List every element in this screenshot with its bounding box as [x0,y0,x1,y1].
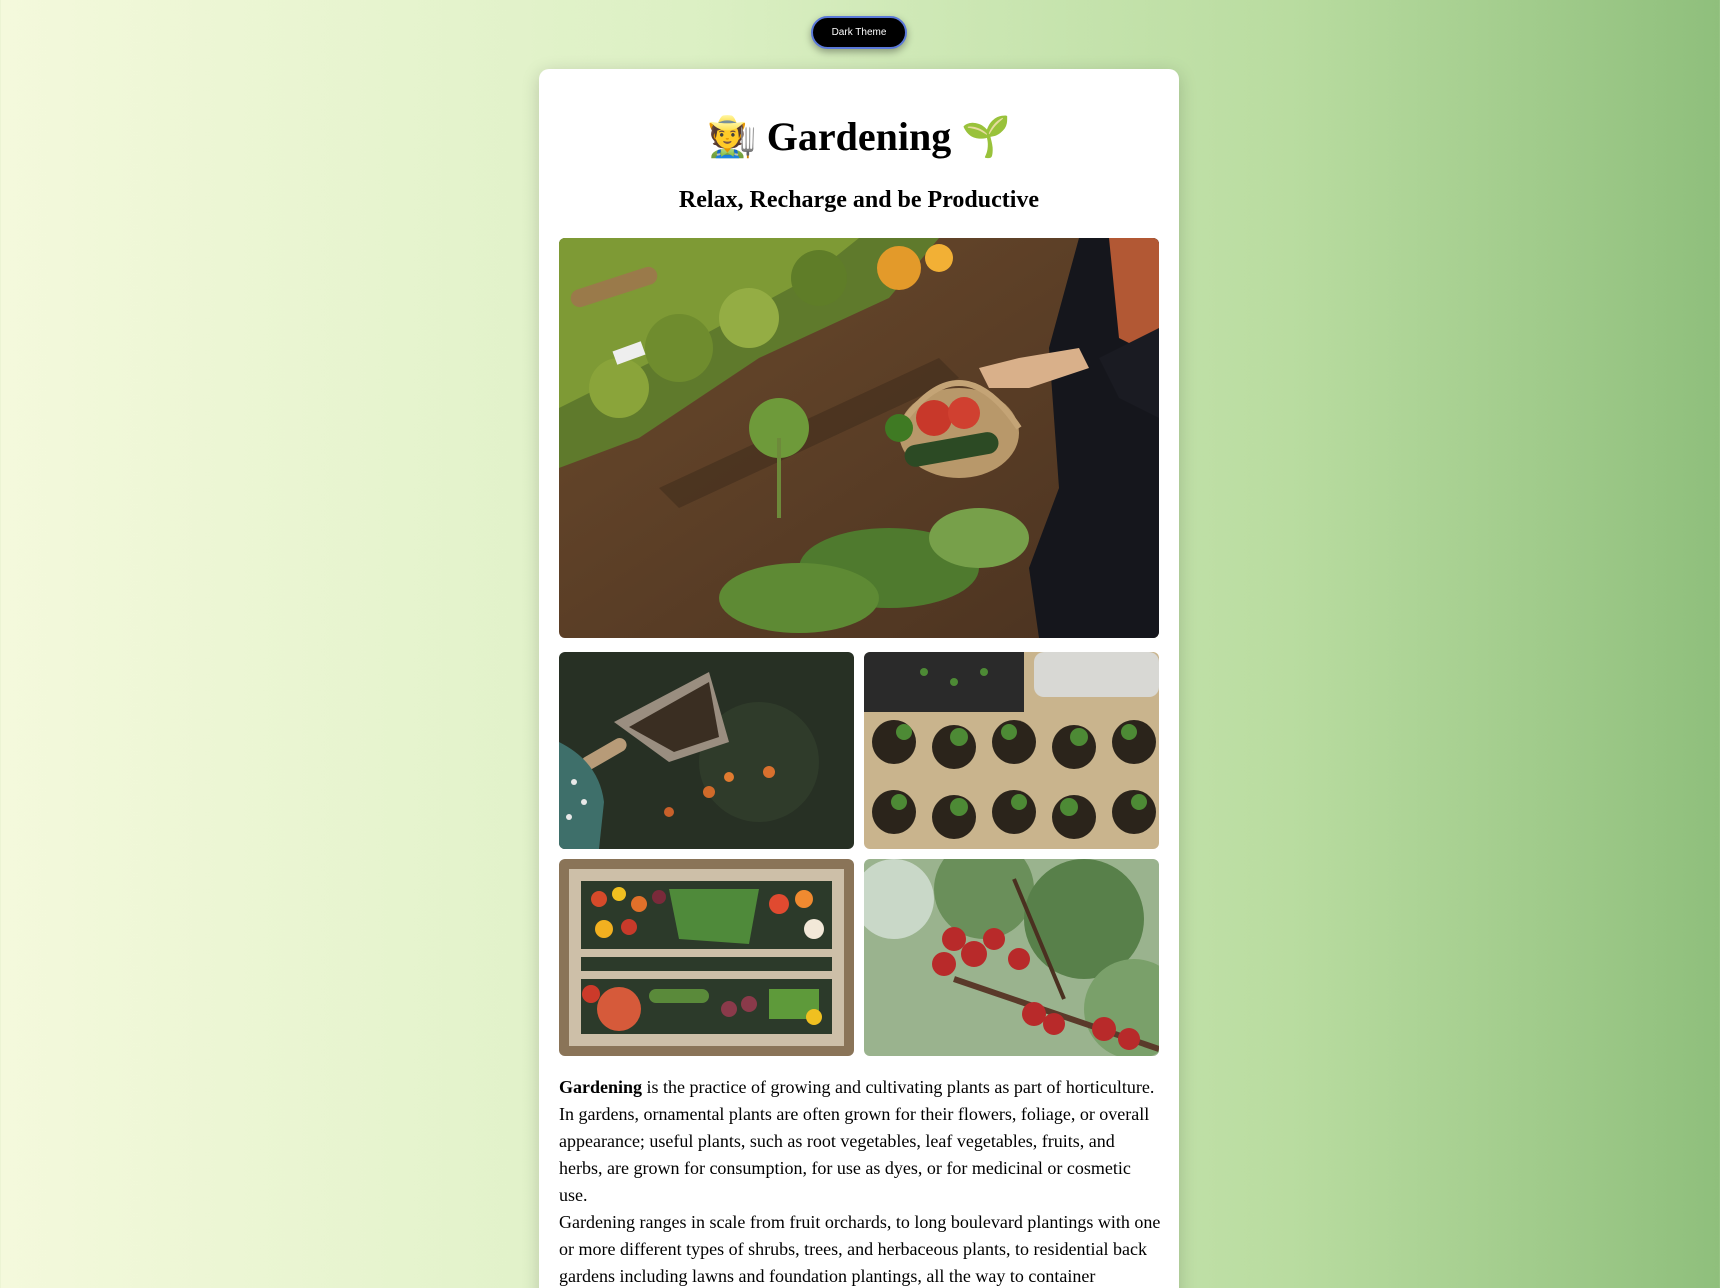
paragraph-intro: Gardening is the practice of growing and… [559,1074,1161,1209]
article-text: Gardening is the practice of growing and… [559,1074,1161,1288]
dark-theme-button[interactable]: Dark Theme [811,16,907,49]
content-card: 🧑‍🌾 Gardening 🌱 Relax, Recharge and be P… [539,69,1179,1288]
hero-garden-image [559,238,1159,638]
farmer-icon: 🧑‍🌾 [706,113,757,159]
paragraph-intro-bold: Gardening [559,1077,643,1097]
page-subtitle: Relax, Recharge and be Productive [678,187,1040,213]
seedlings-image [864,652,1159,849]
vegetable-crate-image [559,859,854,1056]
page-title: 🧑‍🌾 Gardening 🌱 [539,113,1179,160]
apple-tree-image [864,859,1159,1056]
trowel-soil-image [559,652,854,849]
paragraph-scale: Gardening ranges in scale from fruit orc… [559,1212,1161,1286]
paragraph-intro-rest: is the practice of growing and cultivati… [559,1077,1155,1205]
page-title-text: Gardening [766,114,952,159]
seedling-icon: 🌱 [961,113,1012,159]
